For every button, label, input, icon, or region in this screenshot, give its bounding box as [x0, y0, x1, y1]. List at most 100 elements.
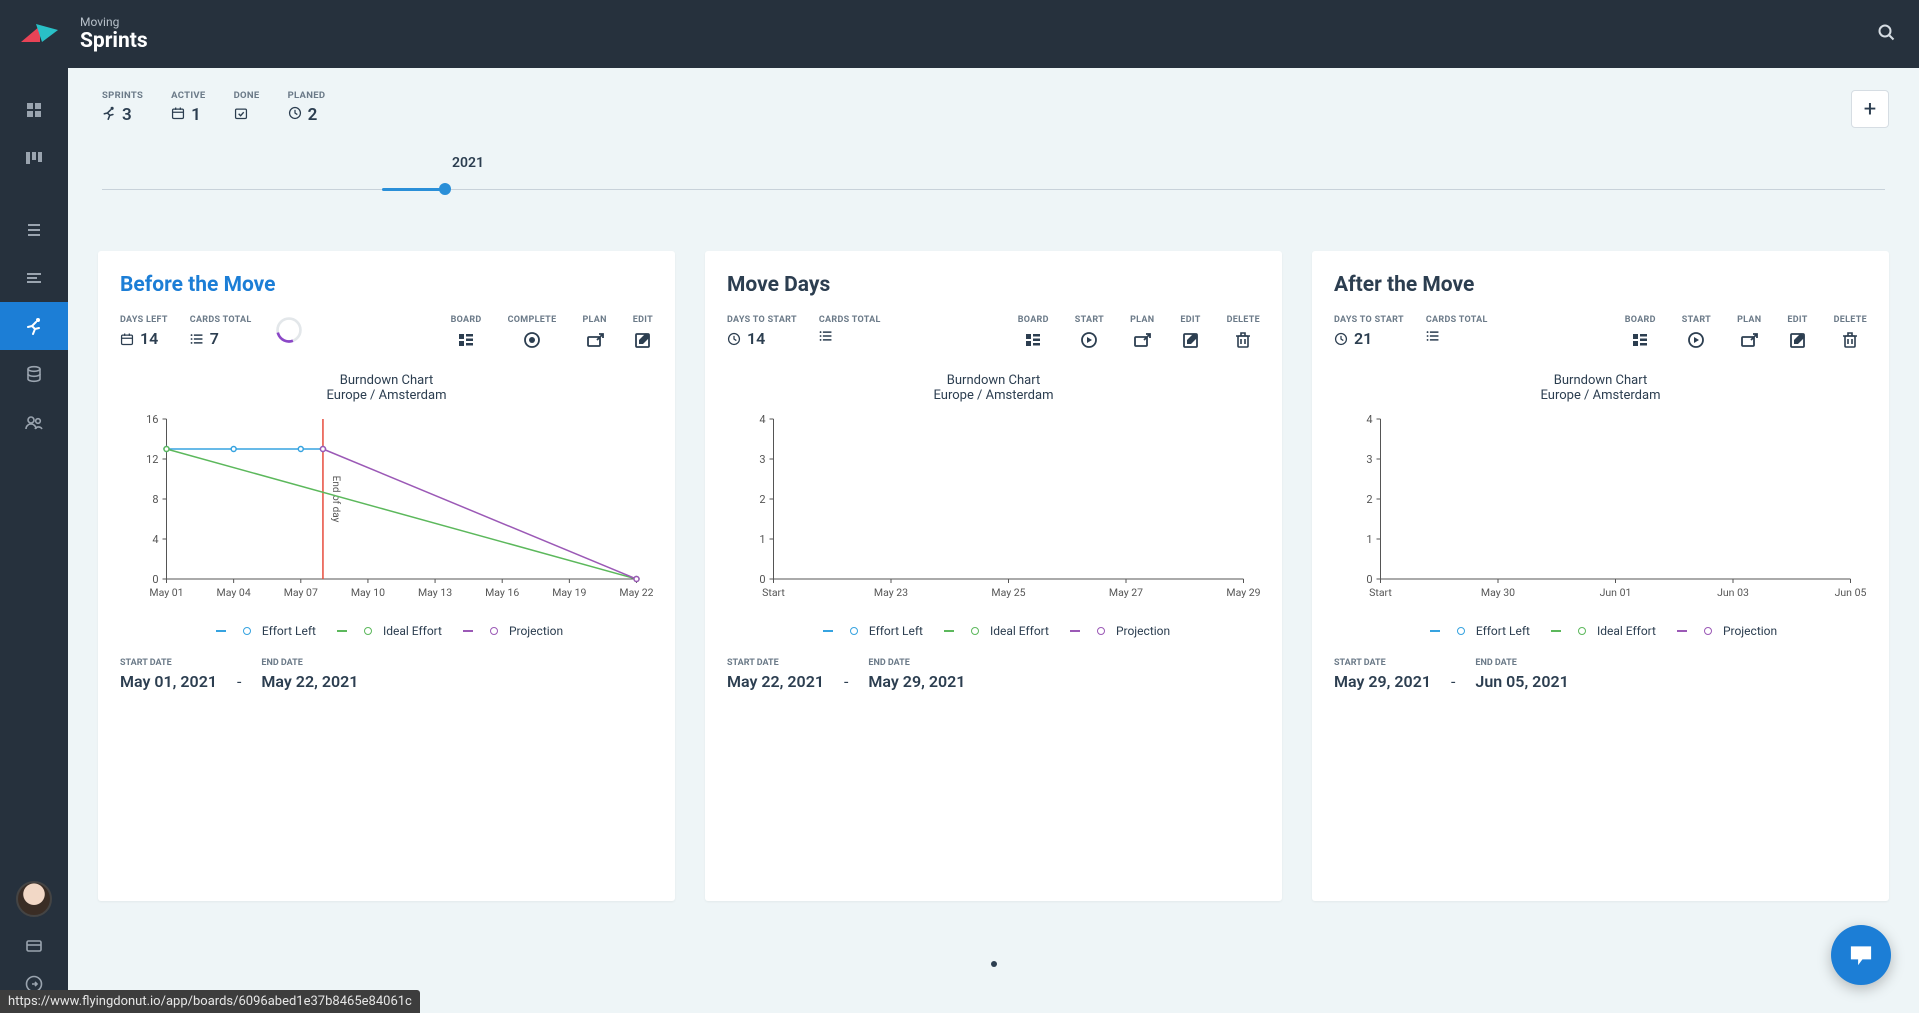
main-content: SPRINTS 3 ACTIVE 1 DONE PLANED 2 + 2021 …: [68, 68, 1919, 1013]
stat-active: ACTIVE 1: [171, 90, 205, 125]
meta-days-left: DAYS LEFT 14: [120, 315, 168, 348]
app-logo[interactable]: [16, 12, 60, 56]
svg-text:2: 2: [1366, 493, 1372, 506]
burndown-chart: Burndown Chart Europe / Amsterdam 01234S…: [727, 373, 1260, 638]
check-calendar-icon: [234, 105, 248, 125]
board-button[interactable]: BOARD: [451, 315, 482, 353]
sidebar-item-kanban[interactable]: [0, 134, 68, 182]
meta-cards-total: CARDS TOTAL 7: [190, 315, 252, 348]
chart-legend: Effort Left Ideal Effort Projection: [1334, 621, 1867, 638]
page-title: Sprints: [80, 29, 148, 53]
edit-button[interactable]: EDIT: [633, 315, 653, 353]
edit-button[interactable]: EDIT: [1787, 315, 1807, 353]
svg-text:0: 0: [1366, 573, 1372, 586]
sprint-title[interactable]: Before the Move: [120, 273, 653, 297]
calendar-icon: [171, 105, 185, 125]
breadcrumb[interactable]: Moving: [80, 15, 148, 29]
sidebar-item-sprints[interactable]: [0, 302, 68, 350]
svg-text:May 04: May 04: [217, 586, 251, 599]
burndown-chart: Burndown Chart Europe / Amsterdam 048121…: [120, 373, 653, 638]
timeline-track[interactable]: [102, 181, 1885, 211]
runner-icon: [102, 105, 116, 125]
svg-text:May 07: May 07: [284, 586, 318, 599]
svg-text:1: 1: [759, 533, 765, 546]
delete-button[interactable]: DELETE: [1834, 315, 1867, 353]
top-bar: Moving Sprints: [0, 0, 1919, 68]
sidebar-item-list[interactable]: [0, 254, 68, 302]
svg-text:May 01: May 01: [149, 586, 183, 599]
svg-text:May 10: May 10: [351, 586, 385, 599]
meta-cards-total: CARDS TOTAL: [819, 315, 881, 343]
sprint-dates: START DATEMay 22, 2021 - END DATEMay 29,…: [727, 658, 1260, 691]
svg-text:16: 16: [146, 413, 158, 426]
plan-button[interactable]: PLAN: [1130, 315, 1154, 353]
progress-ring: [274, 315, 304, 349]
svg-text:Start: Start: [1369, 586, 1392, 599]
chart-legend: Effort Left Ideal Effort Projection: [727, 621, 1260, 638]
svg-text:May 29: May 29: [1226, 586, 1260, 599]
sprint-dates: START DATEMay 01, 2021 - END DATEMay 22,…: [120, 658, 653, 691]
svg-text:12: 12: [146, 453, 158, 466]
stat-done: DONE: [234, 90, 260, 125]
timeline-year: 2021: [452, 155, 1885, 171]
timeline: 2021: [68, 125, 1919, 211]
plan-button[interactable]: PLAN: [582, 315, 606, 353]
summary-stats: SPRINTS 3 ACTIVE 1 DONE PLANED 2 +: [68, 68, 1919, 125]
sidebar: [0, 68, 68, 1013]
svg-text:4: 4: [152, 533, 158, 546]
edit-button[interactable]: EDIT: [1180, 315, 1200, 353]
svg-text:End of day: End of day: [330, 476, 342, 523]
sprint-card-after: After the Move DAYS TO START 21 CARDS TO…: [1312, 251, 1889, 901]
svg-text:Jun 05: Jun 05: [1835, 586, 1867, 599]
timeline-knob[interactable]: [439, 183, 451, 195]
chart-legend: Effort Left Ideal Effort Projection: [120, 621, 653, 638]
sprint-dates: START DATEMay 29, 2021 - END DATEJun 05,…: [1334, 658, 1867, 691]
svg-text:1: 1: [1366, 533, 1372, 546]
pager-dot: [991, 961, 997, 967]
complete-button[interactable]: COMPLETE: [508, 315, 557, 353]
svg-text:Jun 01: Jun 01: [1600, 586, 1632, 599]
svg-text:3: 3: [759, 453, 765, 466]
add-sprint-button[interactable]: +: [1851, 90, 1889, 128]
page-header: Moving Sprints: [80, 15, 148, 53]
svg-text:Jun 03: Jun 03: [1717, 586, 1749, 599]
svg-text:0: 0: [152, 573, 158, 586]
meta-days-to-start: DAYS TO START 14: [727, 315, 797, 348]
svg-text:8: 8: [152, 493, 158, 506]
svg-text:May 13: May 13: [418, 586, 452, 599]
clock-icon: [288, 105, 302, 125]
chat-button[interactable]: [1831, 925, 1891, 985]
sidebar-item-team[interactable]: [0, 398, 68, 446]
svg-text:0: 0: [759, 573, 765, 586]
meta-cards-total: CARDS TOTAL: [1426, 315, 1488, 343]
svg-text:May 16: May 16: [485, 586, 519, 599]
delete-button[interactable]: DELETE: [1227, 315, 1260, 353]
svg-text:May 22: May 22: [619, 586, 653, 599]
svg-text:4: 4: [759, 413, 765, 426]
sprint-title[interactable]: After the Move: [1334, 273, 1867, 297]
sidebar-item-backlog[interactable]: [0, 206, 68, 254]
meta-days-to-start: DAYS TO START 21: [1334, 315, 1404, 348]
svg-text:2: 2: [759, 493, 765, 506]
sprint-card-before: Before the Move DAYS LEFT 14 CARDS TOTAL…: [98, 251, 675, 901]
svg-text:3: 3: [1366, 453, 1372, 466]
search-icon[interactable]: [1877, 23, 1895, 45]
board-button[interactable]: BOARD: [1625, 315, 1656, 353]
plan-button[interactable]: PLAN: [1737, 315, 1761, 353]
sidebar-item-dashboard[interactable]: [0, 86, 68, 134]
board-button[interactable]: BOARD: [1018, 315, 1049, 353]
avatar[interactable]: [16, 881, 52, 917]
svg-text:May 25: May 25: [991, 586, 1025, 599]
sidebar-item-archive[interactable]: [0, 350, 68, 398]
sprint-title[interactable]: Move Days: [727, 273, 1260, 297]
stat-planned: PLANED 2: [288, 90, 326, 125]
start-button[interactable]: START: [1682, 315, 1711, 353]
sprint-card-move: Move Days DAYS TO START 14 CARDS TOTAL B…: [705, 251, 1282, 901]
svg-text:May 30: May 30: [1481, 586, 1515, 599]
svg-text:May 27: May 27: [1109, 586, 1143, 599]
start-button[interactable]: START: [1075, 315, 1104, 353]
sidebar-item-billing[interactable]: [0, 937, 68, 955]
status-bar-url: https://www.flyingdonut.io/app/boards/60…: [0, 990, 420, 1013]
svg-text:May 23: May 23: [874, 586, 908, 599]
svg-text:May 19: May 19: [552, 586, 586, 599]
